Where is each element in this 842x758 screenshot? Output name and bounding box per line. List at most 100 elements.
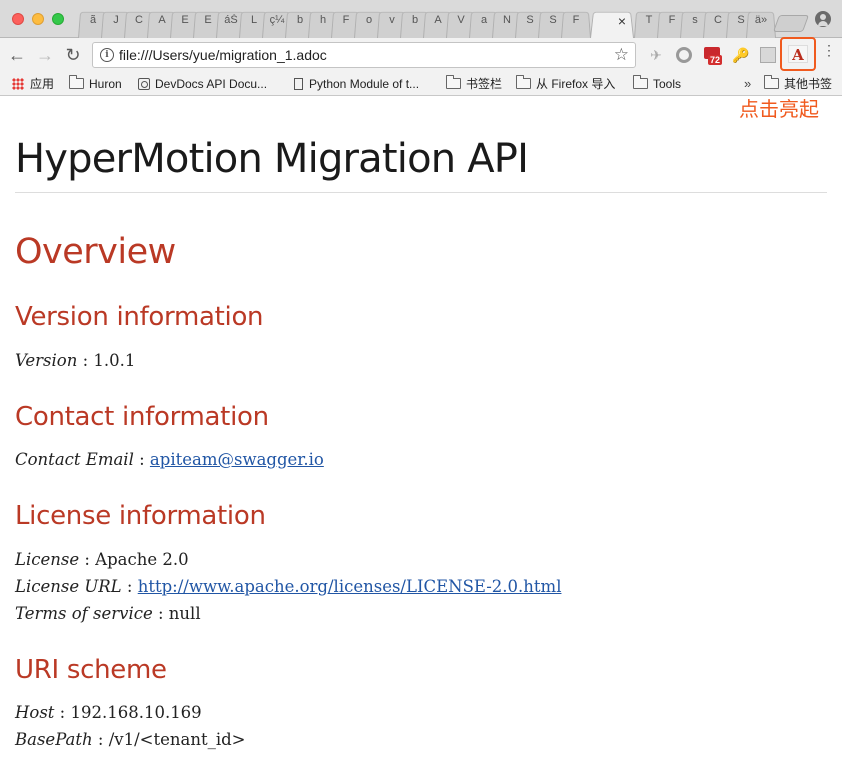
bookmark-label: 应用 [30,77,55,91]
bookmark-label: 从 Firefox 导入 [536,77,616,91]
close-window-button[interactable] [12,13,24,25]
bookmark-label: Python Module of t... [309,77,420,91]
tab-label: F [572,14,580,26]
bookmark-label: DevDocs API Docu... [155,77,268,91]
tab-label: V [457,14,465,26]
browser-tab[interactable]: F [561,7,591,38]
tab-label: S [737,14,745,26]
contact-line: Contact Email : apiteam@swagger.io [15,450,324,469]
back-button[interactable]: ← [6,44,28,66]
extension-badge: 72 [708,55,723,65]
new-tab-button[interactable] [772,15,810,32]
bird-extension-icon[interactable]: ✈ [648,47,664,63]
bookmark-folder-firefox[interactable]: 从 Firefox 导入 [516,75,615,93]
tab-label: ã [89,14,97,26]
tab-label: E [204,14,212,26]
bookmark-folder-bookmarks[interactable]: 书签栏 [446,75,502,93]
tab-label: ç¼ [269,14,285,26]
bookmark-label: Huron [89,77,122,91]
address-bar[interactable]: i file:///Users/yue/migration_1.adoc ☆ [92,42,636,68]
host-line: Host : 192.168.10.169 [15,703,202,722]
bookmark-label: 书签栏 [466,77,503,91]
bookmark-devdocs[interactable]: DevDocs API Docu... [138,75,267,93]
tab-label: C [135,14,143,26]
zoom-window-button[interactable] [52,13,64,25]
close-tab-icon[interactable]: × [618,13,626,29]
tab-label: A [434,14,442,26]
field-label: BasePath [15,730,93,749]
asciidoctor-extension-button[interactable]: A [780,37,816,71]
tab-label: b [411,14,419,26]
bookmark-apps[interactable]: 应用 [12,75,54,93]
profile-icon[interactable] [815,11,831,27]
image-extension-icon[interactable] [760,47,776,63]
circle-extension-icon[interactable] [676,47,692,63]
devdocs-icon [138,78,150,90]
menu-icon[interactable]: ⋮ [822,43,836,57]
tab-label: C [714,14,722,26]
bookmark-label: Tools [653,77,682,91]
folder-icon [764,75,779,89]
reload-button[interactable]: ↻ [62,44,84,66]
tab-label: a [480,14,488,26]
bookmark-star-icon[interactable]: ☆ [614,45,629,65]
annotation-label: 点击亮起 [739,97,819,121]
bookmark-pymotw[interactable]: Python Module of t... [294,75,419,93]
license-url-link[interactable]: http://www.apache.org/licenses/LICENSE-2… [138,577,562,596]
tab-label: h [319,14,327,26]
field-value: : /v1/<tenant_id> [92,730,246,749]
asciidoctor-icon: A [788,45,808,64]
bookmark-folder-huron[interactable]: Huron [69,75,122,93]
forward-button[interactable]: → [34,44,56,66]
field-separator: : [121,577,138,596]
tab-label: b [296,14,304,26]
folder-icon [69,75,84,89]
active-tab[interactable]: × [590,7,634,38]
field-label: License [15,550,80,569]
section-heading-contact: Contact information [15,402,269,432]
field-label: Terms of service [15,604,153,623]
field-label: Contact Email [15,450,134,469]
key-extension-icon[interactable]: 🔑 [732,47,749,63]
terms-line: Terms of service : null [15,604,201,623]
tab-label: F [668,14,676,26]
tab-label: S [526,14,534,26]
tab-label: T [645,14,653,26]
bookmark-label: 其他书签 [784,77,833,91]
info-icon[interactable]: i [100,48,114,62]
field-value: : 192.168.10.169 [54,703,202,722]
more-bookmarks-chevron-icon[interactable]: » [744,75,751,93]
section-heading-license: License information [15,501,266,531]
tab-label: áŠ [224,14,238,26]
tab-label: E [181,14,189,26]
tab-strip: ã J C A E E áŠ L ç¼ b h F o v b A V a N … [0,0,842,38]
section-heading-version: Version information [15,302,264,332]
folder-icon [516,75,531,89]
tab-label: J [113,14,119,26]
minimize-window-button[interactable] [32,13,44,25]
tab-label: F [342,14,350,26]
page-icon [294,78,303,90]
tab-label: s [692,14,698,26]
cup-extension-icon[interactable]: 72 [704,47,723,65]
section-heading-overview: Overview [15,232,176,272]
field-value: : null [152,604,201,623]
apps-grid-icon [12,78,24,90]
license-url-line: License URL : http://www.apache.org/lice… [15,577,561,596]
title-divider [15,192,827,193]
section-heading-uri-scheme: URI scheme [15,655,167,685]
folder-icon [633,75,648,89]
bookmark-folder-other[interactable]: 其他书签 [764,75,832,93]
bookmarks-bar: 应用 Huron DevDocs API Docu... Python Modu… [0,72,842,96]
url-text[interactable]: file:///Users/yue/migration_1.adoc [119,47,327,63]
browser-tab[interactable]: ä» [746,7,776,38]
tab-label: N [503,14,511,26]
bookmark-folder-tools[interactable]: Tools [633,75,681,93]
tab-label: o [365,14,373,26]
contact-email-link[interactable]: apiteam@swagger.io [150,450,324,469]
folder-icon [446,75,461,89]
page-title: HyperMotion Migration API [15,136,529,182]
basepath-line: BasePath : /v1/<tenant_id> [15,730,246,749]
field-separator: : [133,450,150,469]
tab-label: v [389,14,395,26]
